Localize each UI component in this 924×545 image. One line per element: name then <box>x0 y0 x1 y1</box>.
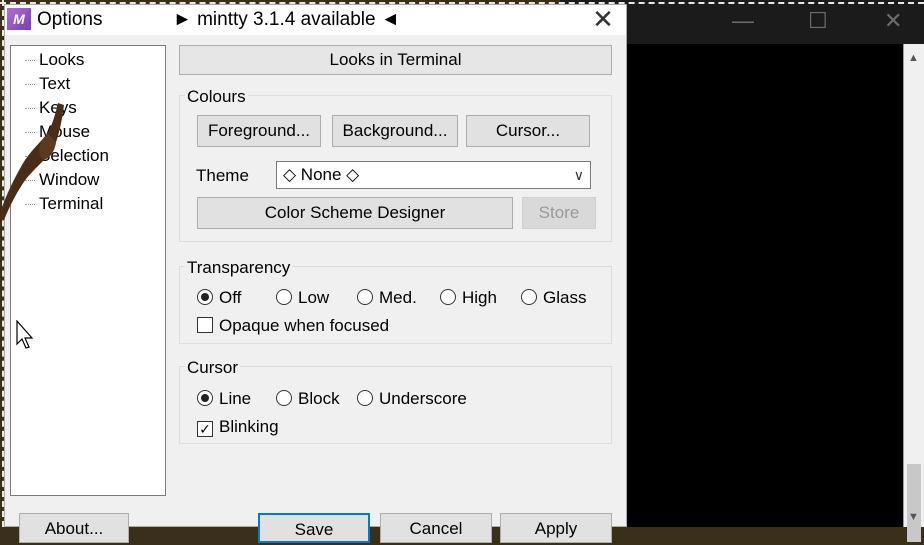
blinking-checkbox[interactable]: ✓ Blinking <box>197 417 279 437</box>
tree-connector <box>25 60 35 61</box>
mintty-app-icon: M <box>7 8 31 30</box>
transparency-off-radio[interactable]: Off <box>197 288 241 308</box>
cursor-line-radio[interactable]: Line <box>197 389 251 409</box>
close-icon[interactable]: ✕ <box>884 8 902 34</box>
pointing-hand-icon <box>0 103 64 220</box>
chevron-down-icon[interactable]: ∨ <box>574 162 584 188</box>
radio-label: Line <box>219 389 252 408</box>
radio-label: Med. <box>379 288 417 307</box>
transparency-high-radio[interactable]: High <box>440 288 497 308</box>
scrollbar-thumb[interactable] <box>907 464 921 542</box>
cursor-colour-button[interactable]: Cursor... <box>466 115 590 147</box>
minimize-icon[interactable]: — <box>732 8 754 34</box>
transparency-glass-radio[interactable]: Glass <box>521 288 586 308</box>
colours-group-label: Colours <box>185 87 248 107</box>
dialog-title: Options <box>37 9 103 30</box>
about-button[interactable]: About... <box>19 513 129 543</box>
scroll-down-icon[interactable]: ▼ <box>908 511 919 523</box>
checkbox-label: Blinking <box>219 417 279 436</box>
mouse-pointer-icon <box>16 320 34 349</box>
radio-label: Off <box>219 288 242 307</box>
tree-connector <box>25 84 35 85</box>
cursor-underscore-radio[interactable]: Underscore <box>357 389 467 409</box>
terminal-scrollbar[interactable]: ▲ ▼ <box>903 44 924 542</box>
radio-label: Glass <box>543 288 587 307</box>
theme-value: ◇ None ◇ <box>283 165 360 184</box>
radio-label: High <box>462 288 497 307</box>
checkmark-icon: ✓ <box>197 421 213 437</box>
radio-indicator <box>357 390 373 406</box>
update-notice[interactable]: ► mintty 3.1.4 available ◄ <box>173 9 400 31</box>
radio-indicator <box>521 289 537 305</box>
maximize-icon[interactable]: ☐ <box>808 8 828 34</box>
dialog-titlebar: M Options ► mintty 3.1.4 available ◄ ✕ <box>5 5 626 35</box>
transparency-group-label: Transparency <box>185 258 293 278</box>
tree-item-looks[interactable]: Looks <box>39 50 84 70</box>
radio-label: Underscore <box>379 389 467 408</box>
background-button[interactable]: Background... <box>332 115 458 147</box>
radio-indicator <box>276 390 292 406</box>
radio-selected-indicator <box>197 390 213 406</box>
radio-indicator <box>276 289 292 305</box>
panel-header: Looks in Terminal <box>179 45 612 75</box>
cursor-group-label: Cursor <box>185 358 241 378</box>
cursor-block-radio[interactable]: Block <box>276 389 340 409</box>
tree-item-text[interactable]: Text <box>39 74 70 94</box>
close-icon[interactable]: ✕ <box>589 5 617 33</box>
apply-button[interactable]: Apply <box>500 513 612 543</box>
save-button[interactable]: Save <box>258 513 370 543</box>
checkbox-label: Opaque when focused <box>219 316 390 335</box>
radio-indicator <box>357 289 373 305</box>
cancel-button[interactable]: Cancel <box>380 513 492 543</box>
radio-label: Low <box>298 288 330 307</box>
store-button: Store <box>522 197 596 229</box>
transparency-med-radio[interactable]: Med. <box>357 288 417 308</box>
options-dialog: M Options ► mintty 3.1.4 available ◄ ✕ L… <box>4 4 627 543</box>
transparency-low-radio[interactable]: Low <box>276 288 329 308</box>
theme-label: Theme <box>196 166 249 185</box>
foreground-button[interactable]: Foreground... <box>197 115 321 147</box>
radio-indicator <box>440 289 456 305</box>
checkbox-box <box>197 317 213 333</box>
scroll-up-icon[interactable]: ▲ <box>908 52 919 64</box>
opaque-when-focused-checkbox[interactable]: Opaque when focused <box>197 316 389 336</box>
radio-selected-indicator <box>197 289 213 305</box>
theme-select[interactable]: ◇ None ◇ ∨ <box>276 161 591 189</box>
radio-label: Block <box>298 389 340 408</box>
color-scheme-designer-button[interactable]: Color Scheme Designer <box>197 197 513 229</box>
